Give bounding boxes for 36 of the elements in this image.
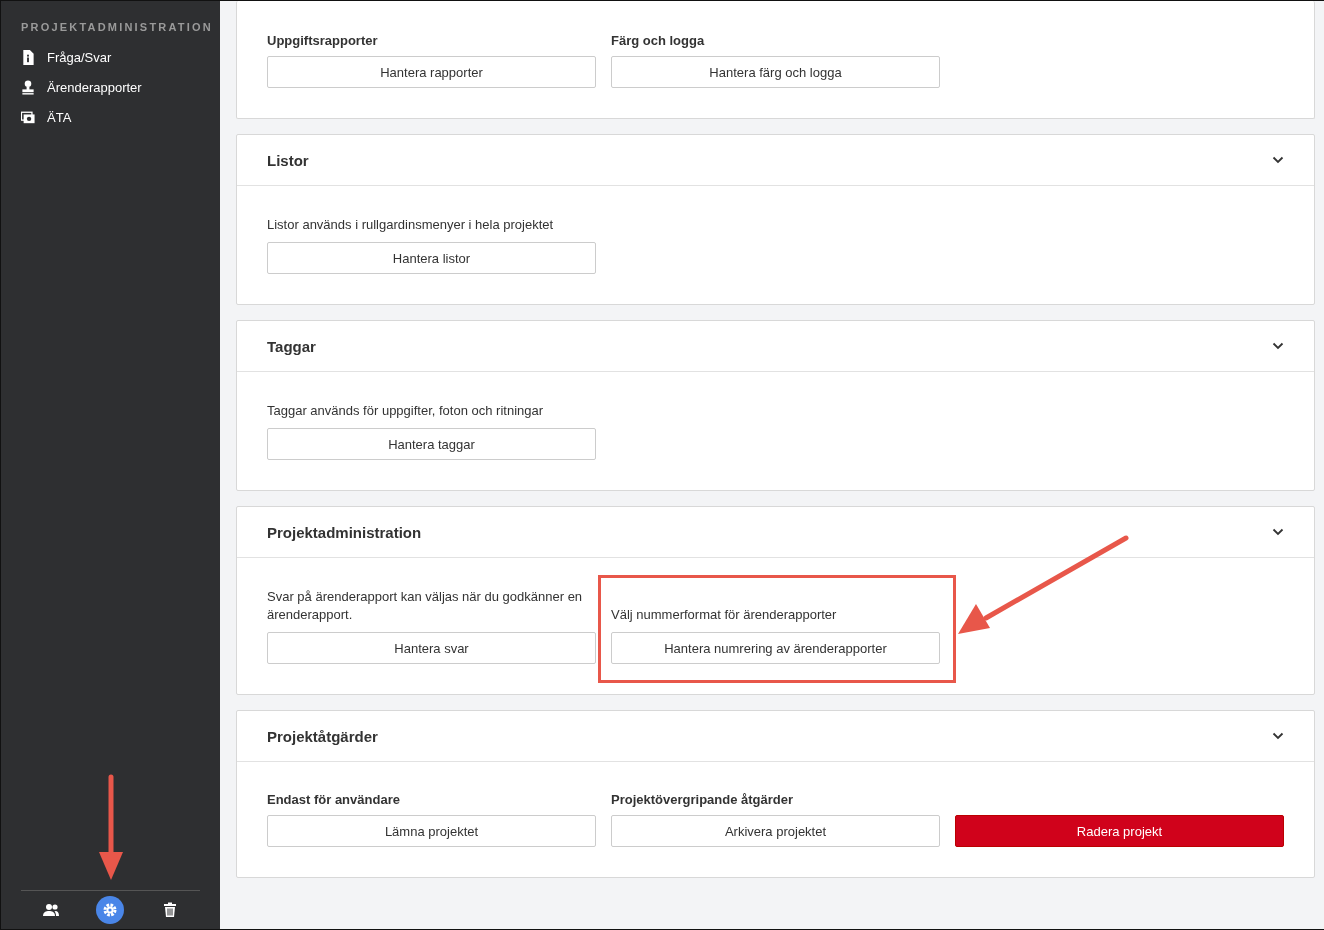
trash-icon	[164, 902, 177, 917]
action-button[interactable]: Hantera svar	[267, 632, 596, 664]
action-button[interactable]: Hantera färg och logga	[611, 56, 940, 88]
action-button[interactable]: Hantera numrering av ärenderapporter	[611, 632, 940, 664]
description-text: Svar på ärenderapport kan väljas när du godkänner en ärenderapport.	[267, 588, 584, 624]
people-icon	[42, 904, 59, 916]
chevron-icon[interactable]	[1272, 732, 1284, 740]
sidebar-item[interactable]: Fråga/Svar	[21, 46, 220, 68]
delete-button[interactable]: Radera projekt	[955, 815, 1284, 847]
field-label: Uppgiftsrapporter	[267, 33, 379, 48]
action-button[interactable]: Hantera rapporter	[267, 56, 596, 88]
gear-icon	[104, 903, 117, 917]
document-icon	[21, 49, 35, 65]
action-button[interactable]: Lämna projektet	[267, 815, 596, 847]
field-label: Färg och logga	[611, 33, 706, 48]
chevron-icon[interactable]	[1272, 528, 1284, 536]
field-label: Projektövergripande åtgärder	[611, 792, 795, 807]
field-label: Endast för användare	[267, 792, 401, 807]
section-title: Listor	[267, 151, 309, 169]
sidebar-heading: PROJEKTADMINISTRATION	[20, 20, 214, 33]
section-title: Projektåtgärder	[267, 727, 378, 745]
chevron-icon[interactable]	[1272, 342, 1284, 350]
description-text: Välj nummerformat för ärenderapporter	[611, 606, 838, 624]
action-button[interactable]: Hantera listor	[267, 242, 596, 274]
section-title: Projektadministration	[267, 523, 422, 541]
chevron-icon[interactable]	[1272, 156, 1284, 164]
action-button[interactable]: Arkivera projektet	[611, 815, 940, 847]
stamp-icon	[21, 79, 35, 95]
photos-icon	[21, 109, 35, 125]
sidebar-item[interactable]: ÄTA	[21, 106, 220, 128]
sidebar-item[interactable]: Ärenderapporter	[21, 76, 220, 98]
sidebar-toolbar-button[interactable]	[96, 896, 125, 924]
description-text: Taggar används för uppgifter, foton och ritningar	[267, 402, 545, 420]
action-button[interactable]: Hantera taggar	[267, 428, 596, 460]
section-title: Taggar	[267, 337, 316, 355]
description-text: Listor används i rullgardinsmenyer i hela projektet	[267, 216, 555, 234]
